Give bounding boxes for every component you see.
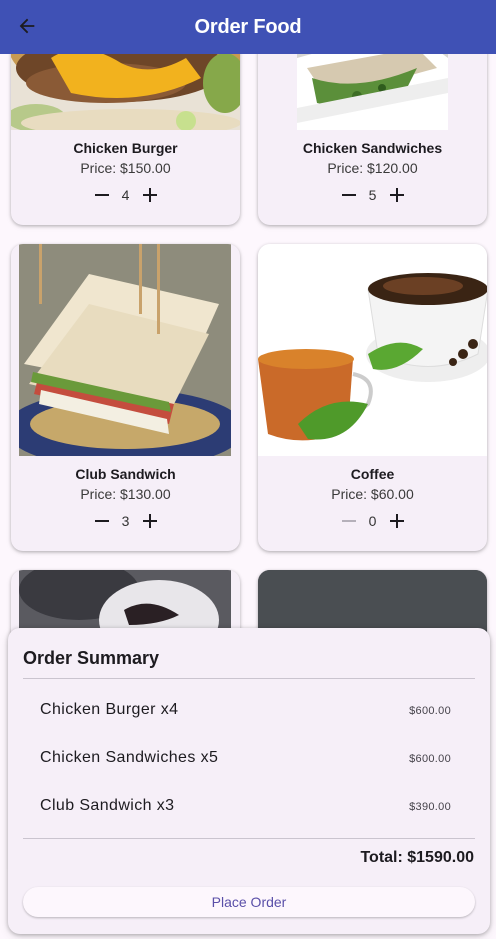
food-name: Coffee (350, 466, 395, 482)
summary-line: Club Sandwich x3 $390.00 (23, 795, 475, 819)
quantity-stepper: 0 (258, 508, 487, 534)
arrow-back-icon (19, 18, 35, 34)
food-price: Price: $130.00 (80, 486, 171, 502)
page-title: Order Food (194, 15, 302, 38)
increment-button[interactable] (384, 508, 410, 534)
order-summary-panel: Order Summary Chicken Burger x4 $600.00 … (8, 628, 490, 934)
food-name: Chicken Sandwiches (302, 140, 443, 156)
summary-line-label: Chicken Burger x4 (40, 701, 179, 718)
minus-icon (341, 194, 356, 196)
food-name: Club Sandwich (75, 466, 176, 482)
plus-icon (389, 188, 404, 202)
summary-line-amount: $600.00 (409, 753, 451, 765)
club-sandwich-image (19, 244, 231, 456)
food-price: Price: $60.00 (331, 486, 414, 502)
summary-line-label: Club Sandwich x3 (40, 797, 175, 814)
app-bar: Order Food (0, 0, 496, 54)
order-total: Total: $1590.00 (360, 849, 474, 866)
order-summary-title: Order Summary (23, 648, 160, 668)
summary-line-label: Chicken Sandwiches x5 (40, 749, 219, 766)
minus-icon (341, 520, 356, 522)
increment-button[interactable] (137, 508, 163, 534)
quantity-value: 4 (121, 187, 130, 203)
divider (23, 678, 475, 679)
plus-icon (142, 188, 157, 202)
divider (23, 838, 475, 839)
food-price: Price: $150.00 (80, 160, 171, 176)
back-button[interactable] (14, 13, 40, 39)
food-card: Club Sandwich Price: $130.00 3 (11, 244, 240, 551)
decrement-button[interactable] (89, 182, 115, 208)
decrement-button[interactable] (89, 508, 115, 534)
summary-line-amount: $600.00 (409, 705, 451, 717)
summary-line: Chicken Sandwiches x5 $600.00 (23, 747, 475, 771)
coffee-image (258, 244, 487, 456)
food-card: Coffee Price: $60.00 0 (258, 244, 487, 551)
quantity-value: 0 (368, 513, 377, 529)
food-price: Price: $120.00 (327, 160, 418, 176)
decrement-button[interactable] (336, 508, 362, 534)
food-name: Chicken Burger (73, 140, 178, 156)
quantity-stepper: 4 (11, 182, 240, 208)
quantity-value: 3 (121, 513, 130, 529)
place-order-button[interactable]: Place Order (23, 887, 475, 917)
quantity-value: 5 (368, 187, 377, 203)
increment-button[interactable] (137, 182, 163, 208)
increment-button[interactable] (384, 182, 410, 208)
plus-icon (389, 514, 404, 528)
quantity-stepper: 3 (11, 508, 240, 534)
decrement-button[interactable] (336, 182, 362, 208)
minus-icon (94, 520, 109, 522)
quantity-stepper: 5 (258, 182, 487, 208)
summary-line-amount: $390.00 (409, 801, 451, 813)
minus-icon (94, 194, 109, 196)
plus-icon (142, 514, 157, 528)
summary-line: Chicken Burger x4 $600.00 (23, 699, 475, 723)
